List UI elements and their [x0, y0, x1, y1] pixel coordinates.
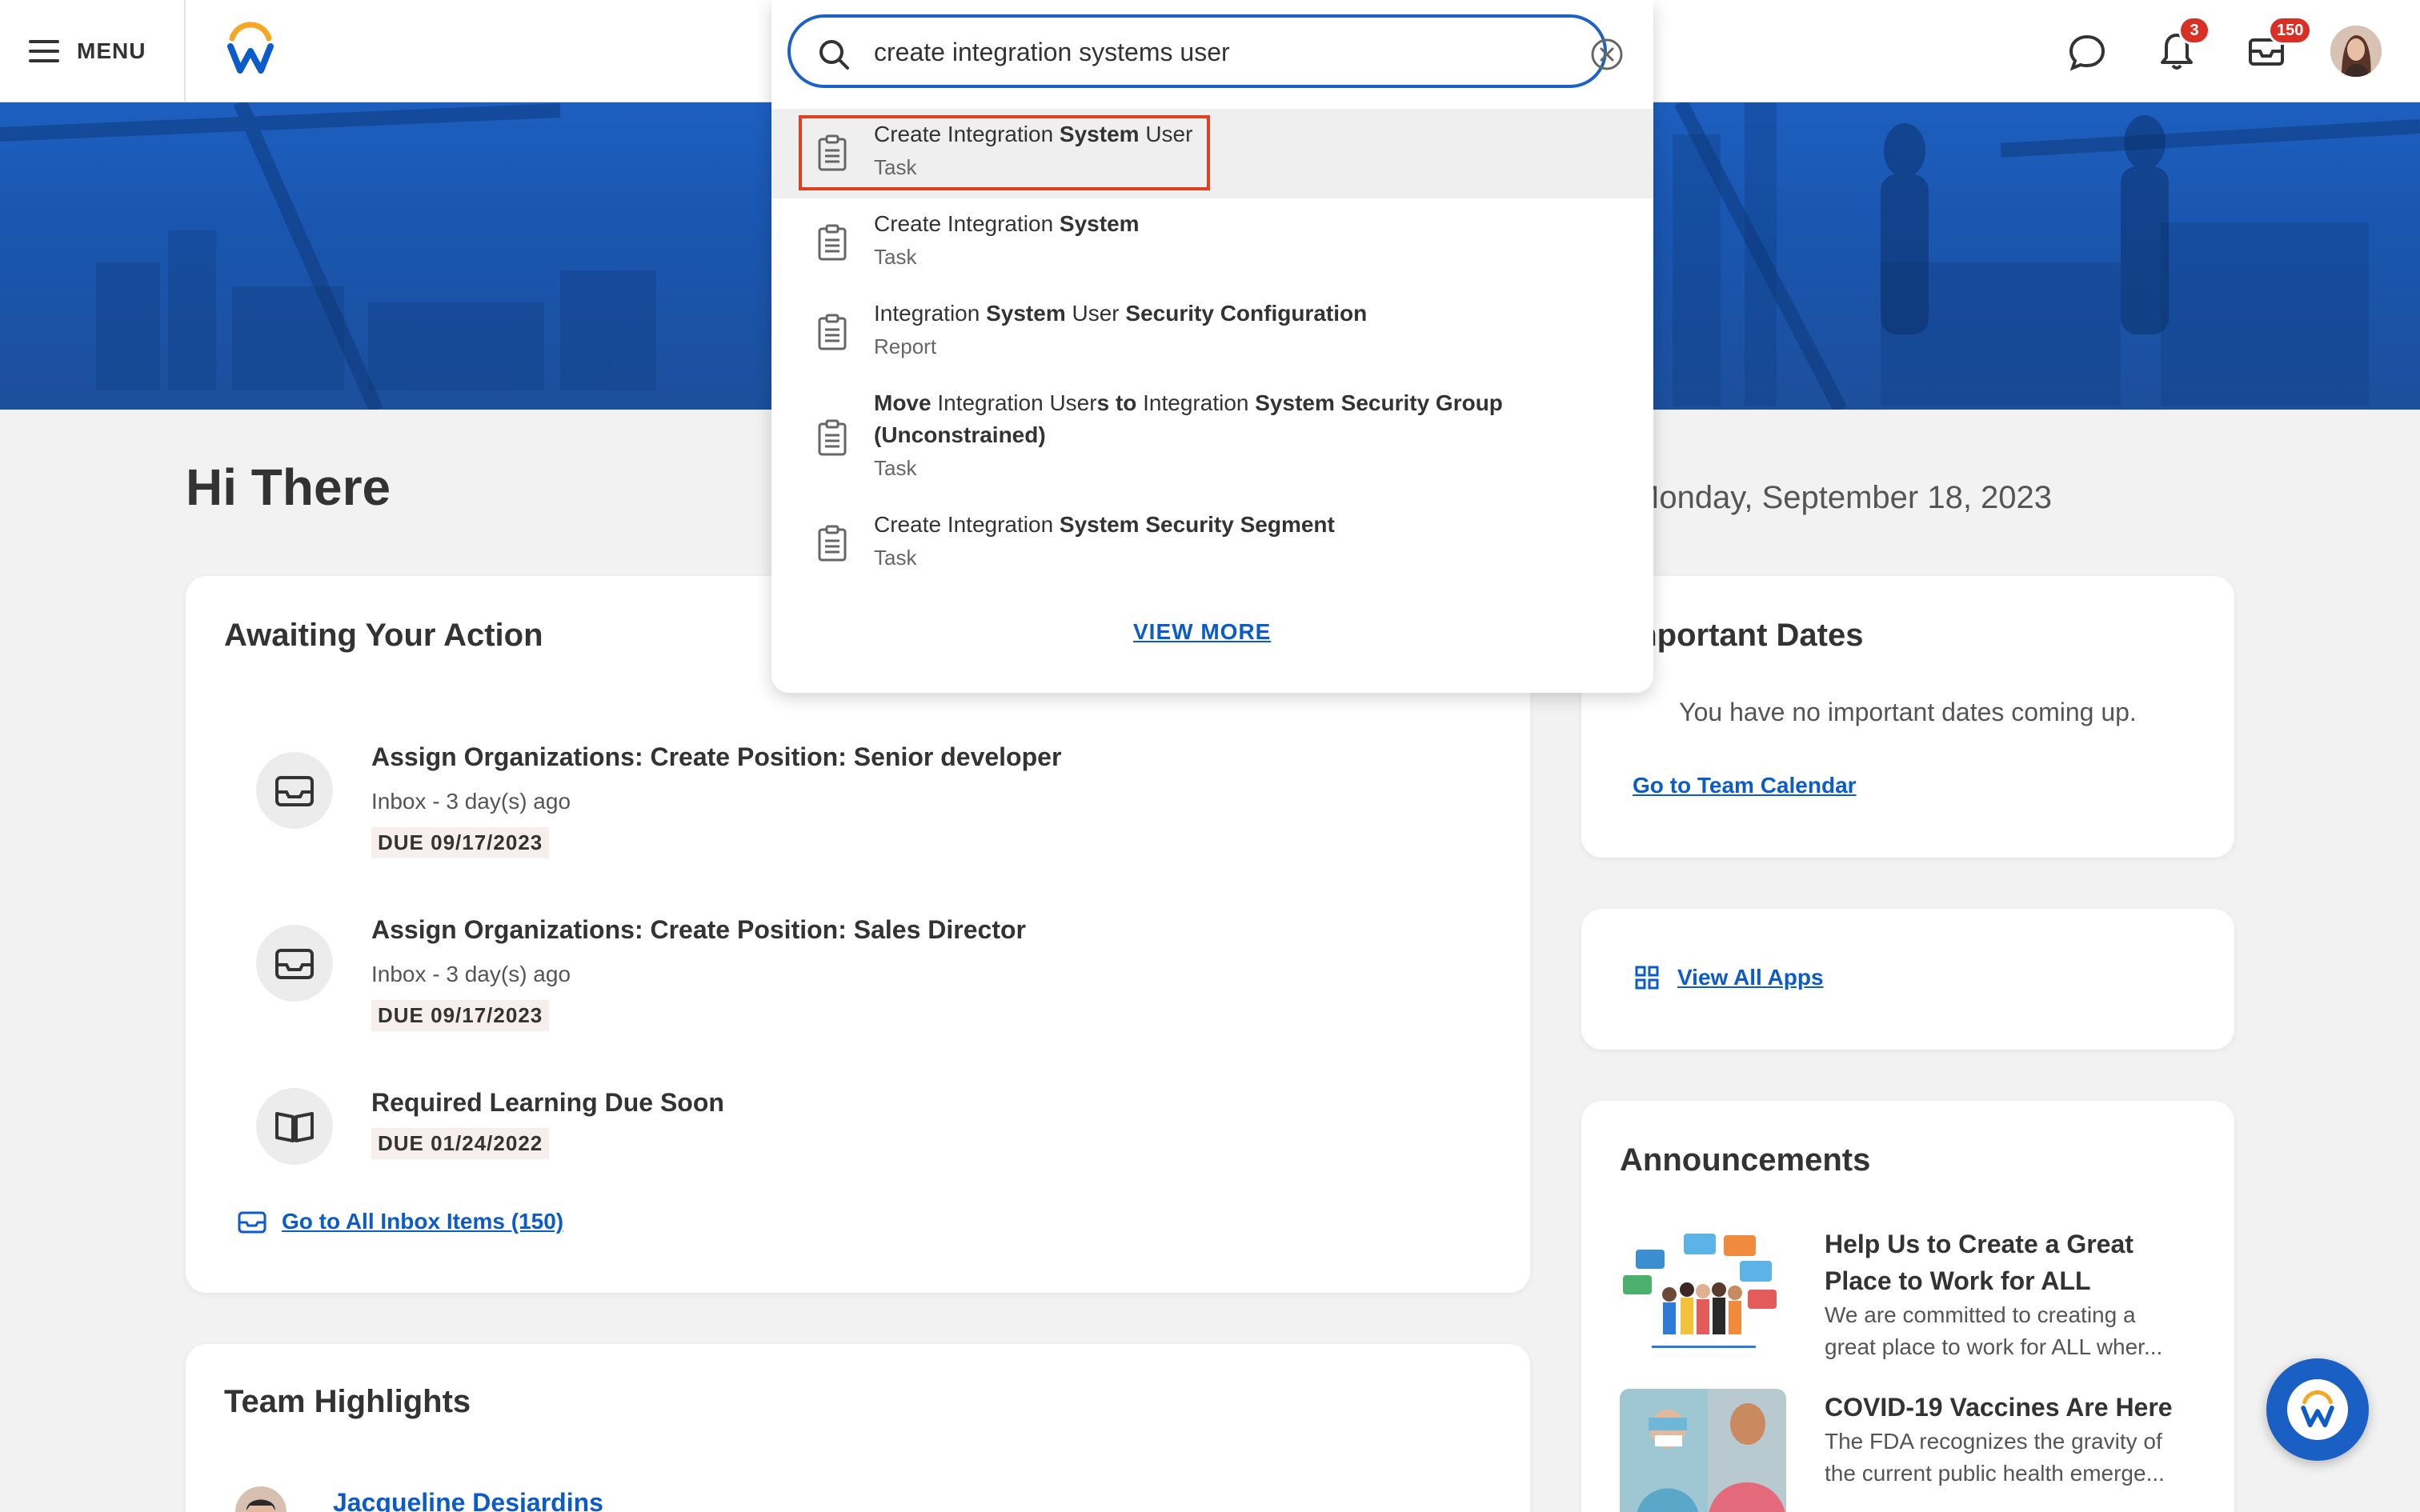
apps-card: View All Apps [1581, 909, 2234, 1050]
hamburger-icon [29, 40, 59, 62]
item-title[interactable]: Assign Organizations: Create Position: S… [371, 742, 1061, 772]
announcement-body: The FDA recognizes the gravity of the cu… [1825, 1429, 2165, 1486]
search-dropdown: Create Integration System UserTaskCreate… [771, 0, 1653, 693]
search-icon [819, 40, 849, 70]
search-result[interactable]: Integration System User Security Configu… [771, 288, 1653, 378]
announcement-item[interactable]: Help Us to Create a Great Place to Work … [1620, 1226, 2212, 1370]
list-item[interactable]: Required Learning Due Soon DUE 01/24/202… [256, 1088, 1456, 1184]
due-badge: DUE 09/17/2023 [371, 827, 550, 858]
inbox-link-icon [238, 1211, 266, 1234]
search-result-type: Report [874, 334, 937, 358]
search-result[interactable]: Create Integration System Task [771, 198, 1653, 288]
due-badge: DUE 01/24/2022 [371, 1128, 550, 1159]
task-clipboard-icon [816, 525, 848, 567]
notifications-badge: 3 [2178, 16, 2210, 45]
announcements-title: Announcements [1620, 1142, 1871, 1178]
team-title: Team Highlights [224, 1384, 471, 1419]
search-result-title: Integration System User Security Configu… [874, 301, 1368, 326]
menu-label: MENU [77, 38, 146, 63]
announcement-item[interactable]: COVID-19 Vaccines Are Here The FDA recog… [1620, 1389, 2212, 1512]
announcement-image [1620, 1389, 1786, 1512]
search-result-type: Task [874, 456, 917, 480]
due-badge: DUE 09/17/2023 [371, 1000, 550, 1031]
search-result-type: Task [874, 245, 917, 269]
view-all-apps-link[interactable]: View All Apps [1677, 965, 1824, 990]
list-item[interactable]: Assign Organizations: Create Position: S… [256, 742, 1456, 870]
avatar [235, 1486, 286, 1512]
item-title[interactable]: Assign Organizations: Create Position: S… [371, 915, 1026, 945]
all-inbox-link-row[interactable]: Go to All Inbox Items (150) [237, 1208, 563, 1235]
view-all-apps-row[interactable]: View All Apps [1634, 965, 1824, 990]
current-date: Monday, September 18, 2023 [1633, 480, 2053, 515]
search-result-title-line2: (Unconstrained) [874, 422, 1046, 447]
divider [184, 0, 186, 102]
search-result-type: Task [874, 546, 917, 570]
announcement-body: We are committed to creating a great pla… [1825, 1302, 2163, 1359]
clear-search-icon[interactable] [1589, 37, 1625, 72]
team-calendar-link[interactable]: Go to Team Calendar [1633, 773, 1857, 798]
task-clipboard-icon [816, 314, 848, 356]
search-result-title: Create Integration System Security Segme… [874, 512, 1335, 537]
page-greeting: Hi There [186, 458, 391, 516]
search-result[interactable]: Create Integration System User Task [771, 109, 1653, 198]
important-dates-card: Important Dates You have no important da… [1581, 576, 2234, 858]
inbox-tray-icon [256, 925, 333, 1002]
task-clipboard-icon [816, 224, 848, 266]
chat-icon[interactable] [2065, 24, 2109, 78]
search-input[interactable] [874, 32, 1530, 72]
view-more-link[interactable]: VIEW MORE [1133, 619, 1271, 645]
announcement-title[interactable]: COVID-19 Vaccines Are Here [1825, 1389, 2193, 1426]
announcement-title[interactable]: Help Us to Create a Great Place to Work … [1825, 1226, 2193, 1299]
dates-title: Important Dates [1620, 618, 1864, 653]
search-result[interactable]: Move Integration Users to Integration Sy… [771, 378, 1653, 499]
list-item[interactable]: Assign Organizations: Create Position: S… [256, 915, 1456, 1043]
book-icon [256, 1088, 333, 1165]
search-result[interactable]: Create Integration System Security Segme… [771, 499, 1653, 589]
dates-empty-text: You have no important dates coming up. [1679, 698, 2137, 726]
item-subtitle: Inbox - 3 day(s) ago [371, 789, 571, 814]
workday-w-icon [2301, 1390, 2334, 1428]
announcements-card: Announcements Help Us to Create a Great … [1581, 1101, 2234, 1512]
item-title[interactable]: Required Learning Due Soon [371, 1088, 724, 1118]
apps-grid-icon [1635, 966, 1659, 990]
team-highlights-card: Team Highlights Jacqueline Desjardins [186, 1344, 1530, 1512]
task-clipboard-icon [816, 134, 848, 177]
awaiting-title: Awaiting Your Action [224, 618, 543, 653]
workday-assistant-button[interactable] [2266, 1358, 2369, 1461]
team-person-link[interactable]: Jacqueline Desjardins [333, 1488, 603, 1512]
item-subtitle: Inbox - 3 day(s) ago [371, 962, 571, 986]
search-result-title: Move Integration Users to Integration Sy… [874, 390, 1503, 415]
inbox-badge: 150 [2268, 16, 2313, 45]
workday-logo[interactable] [222, 21, 278, 77]
search-result-title: Create Integration System [874, 211, 1140, 236]
announcement-image [1620, 1226, 1786, 1360]
inbox-tray-icon [256, 752, 333, 829]
search-box[interactable] [787, 14, 1623, 88]
search-result-type: Task [874, 155, 917, 179]
avatar[interactable] [2330, 26, 2382, 77]
menu-button[interactable]: MENU [29, 29, 146, 74]
all-inbox-link[interactable]: Go to All Inbox Items (150) [282, 1209, 563, 1234]
task-clipboard-icon [816, 419, 848, 462]
search-result-title: Create Integration System User [874, 122, 1193, 146]
